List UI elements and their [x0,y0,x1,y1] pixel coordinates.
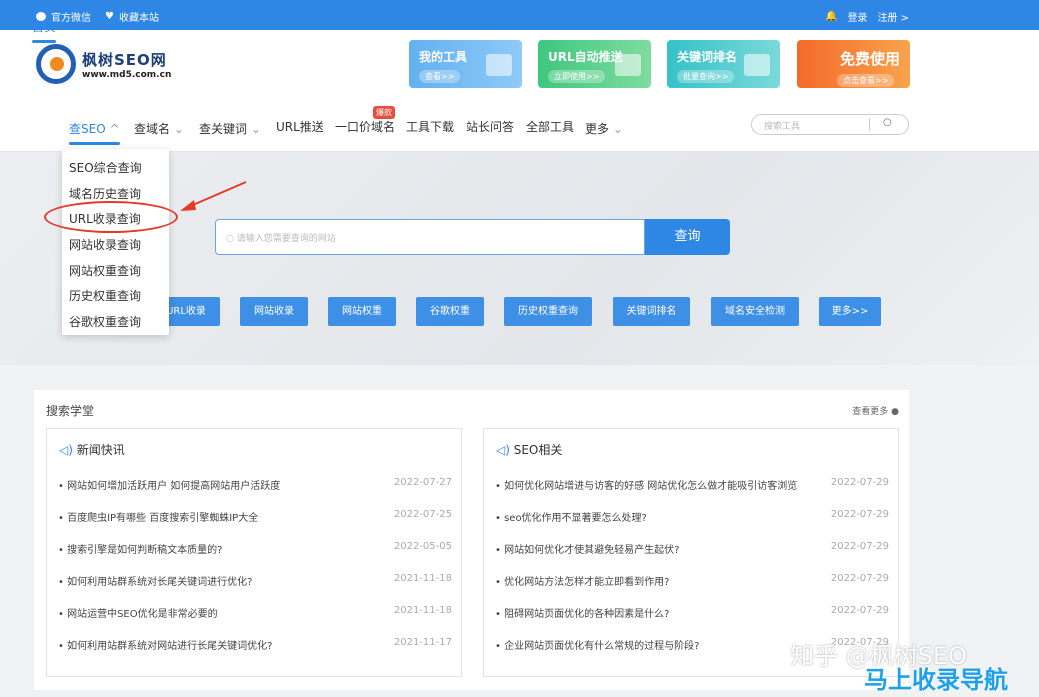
chevron-up-icon: ^ [109,122,120,136]
logo-domain: www.md5.com.cn [82,69,172,80]
list-item[interactable]: • 网站如何增加活跃用户 如何提高网站用户活跃度 2022-07-27 [58,477,452,492]
dropdown-item-site-index[interactable]: 网站收录查询 [69,236,141,253]
chip-site-weight[interactable]: 网站权重 [328,297,396,326]
list-item[interactable]: • 如何利用站群系统对长尾关键词进行优化? 2021-11-18 [58,573,452,588]
nav-keyword[interactable]: 查关键词 ⌄ [199,120,261,137]
chevron-down-icon: ⌄ [173,122,184,136]
list-item[interactable]: • 网站运营中SEO优化是非常必要的 2021-11-18 [58,605,452,620]
list-item[interactable]: • 百度爬虫IP有哪些 百度搜索引擎蜘蛛IP大全 2022-07-25 [58,509,452,524]
list-item[interactable]: • 搜索引擎是如何判断稿文本质量的? 2022-05-05 [58,541,452,556]
annotation-arrow [180,181,247,211]
bar-chart-icon [744,54,770,76]
keyword-rank-banner[interactable]: 关键词排名 批量查询>> [667,40,780,88]
hot-badge: 爆款 [373,106,395,119]
nav-download[interactable]: 工具下载 [406,118,454,135]
news-heading: ◁) 新闻快讯 [59,443,125,457]
seo-dropdown-menu: SEO综合查询 域名历史查询 URL收录查询 网站收录查询 网站权重查询 历史权… [62,149,169,335]
dropdown-item-history-weight[interactable]: 历史权重查询 [69,287,141,304]
free-use-banner[interactable]: 免费使用 点击查看>> [797,40,910,88]
top-bar: 官方微信 ♥ 收藏本站 🔔 登录 注册 > [0,0,1039,30]
chip-site-index[interactable]: 网站收录 [240,297,308,326]
logo-name: 枫树SEO网 [82,50,167,69]
panel-title: 搜索学堂 [46,404,95,418]
chip-google-weight[interactable]: 谷歌权重 [416,297,484,326]
heart-icon: ♥ [105,11,114,22]
dropdown-item-domain-history[interactable]: 域名历史查询 [69,185,141,202]
speaker-icon: ◁) [59,443,77,457]
logo-icon [36,44,76,84]
nav-all-tools[interactable]: 全部工具 [526,118,574,135]
list-item[interactable]: • 优化网站方法怎样才能立即看到作用? 2022-07-29 [495,573,889,588]
nav-domain-price[interactable]: 一口价域名 [335,118,395,135]
query-button[interactable]: 查询 [645,219,730,255]
header: 枫树SEO网 www.md5.com.cn 我的工具 查看>> URL自动推送 立即… [0,30,1039,100]
chevron-down-icon: ⌄ [612,122,623,136]
login-link[interactable]: 登录 [847,9,867,24]
nav-more[interactable]: 更多 ⌄ [585,120,623,137]
search-icon: ○ [226,234,237,244]
chip-more[interactable]: 更多>> [819,297,881,326]
list-item[interactable]: • 网站如何优化才使其避免轻易产生起伏? 2022-07-29 [495,541,889,556]
nav-seo[interactable]: 查SEO ^ [69,120,120,145]
news-box: ◁) 新闻快讯 • 网站如何增加活跃用户 如何提高网站用户活跃度 2022-07-… [46,428,462,677]
register-link[interactable]: 注册 > [877,9,909,24]
list-item[interactable]: • 阻碍网站页面优化的各种因素是什么? 2022-07-29 [495,605,889,620]
nav-home[interactable]: 首页 [32,18,57,43]
arrow-circle-icon: ● [891,407,899,417]
learning-panel: 搜索学堂 查看更多 ● ◁) 新闻快讯 • 网站如何增加活跃用户 如何提高网站用… [34,390,909,690]
nav-qa[interactable]: 站长问答 [466,118,514,135]
chip-domain-security[interactable]: 域名安全检测 [711,297,799,326]
nav-search-input[interactable]: 搜索工具 ○ [751,114,909,135]
chevron-down-icon: ⌄ [250,122,261,136]
seo-heading: ◁) SEO相关 [496,443,563,457]
url-icon [615,54,641,76]
highlight-circle [44,201,178,233]
search-icon[interactable]: ○ [883,117,892,128]
speaker-icon: ◁) [496,443,514,457]
toolbox-icon [486,54,512,76]
url-push-banner[interactable]: URL自动推送 立即使用>> [538,40,651,88]
nav-url-push[interactable]: URL推送 [276,118,324,135]
dropdown-item-site-weight[interactable]: 网站权重查询 [69,262,141,279]
chip-keyword-rank[interactable]: 关键词排名 [613,297,690,326]
nav-domain[interactable]: 查域名 ⌄ [134,120,184,137]
bell-icon[interactable]: 🔔 [825,11,837,22]
main-search-input[interactable]: ○ 请输入您需要查询的网站 [215,219,645,255]
view-more-link[interactable]: 查看更多 ● [852,404,899,417]
dropdown-item-seo-overview[interactable]: SEO综合查询 [69,159,142,176]
site-logo[interactable]: 枫树SEO网 www.md5.com.cn [36,44,171,84]
list-item[interactable]: • seo优化作用不显著要怎么处理? 2022-07-29 [495,509,889,524]
chip-history-weight[interactable]: 历史权重查询 [504,297,592,326]
list-item[interactable]: • 如何优化网站增进与访客的好感 网站优化怎么做才能吸引访客浏览 2022-07-… [495,477,889,492]
list-item[interactable]: • 如何利用站群系统对网站进行长尾关键词优化? 2021-11-17 [58,637,452,652]
nav-watermark: 马上收录导航 [864,666,1008,694]
favorite-link[interactable]: ♥ 收藏本站 [105,9,159,24]
dropdown-item-google-weight[interactable]: 谷歌权重查询 [69,313,141,330]
my-tools-banner[interactable]: 我的工具 查看>> [409,40,522,88]
